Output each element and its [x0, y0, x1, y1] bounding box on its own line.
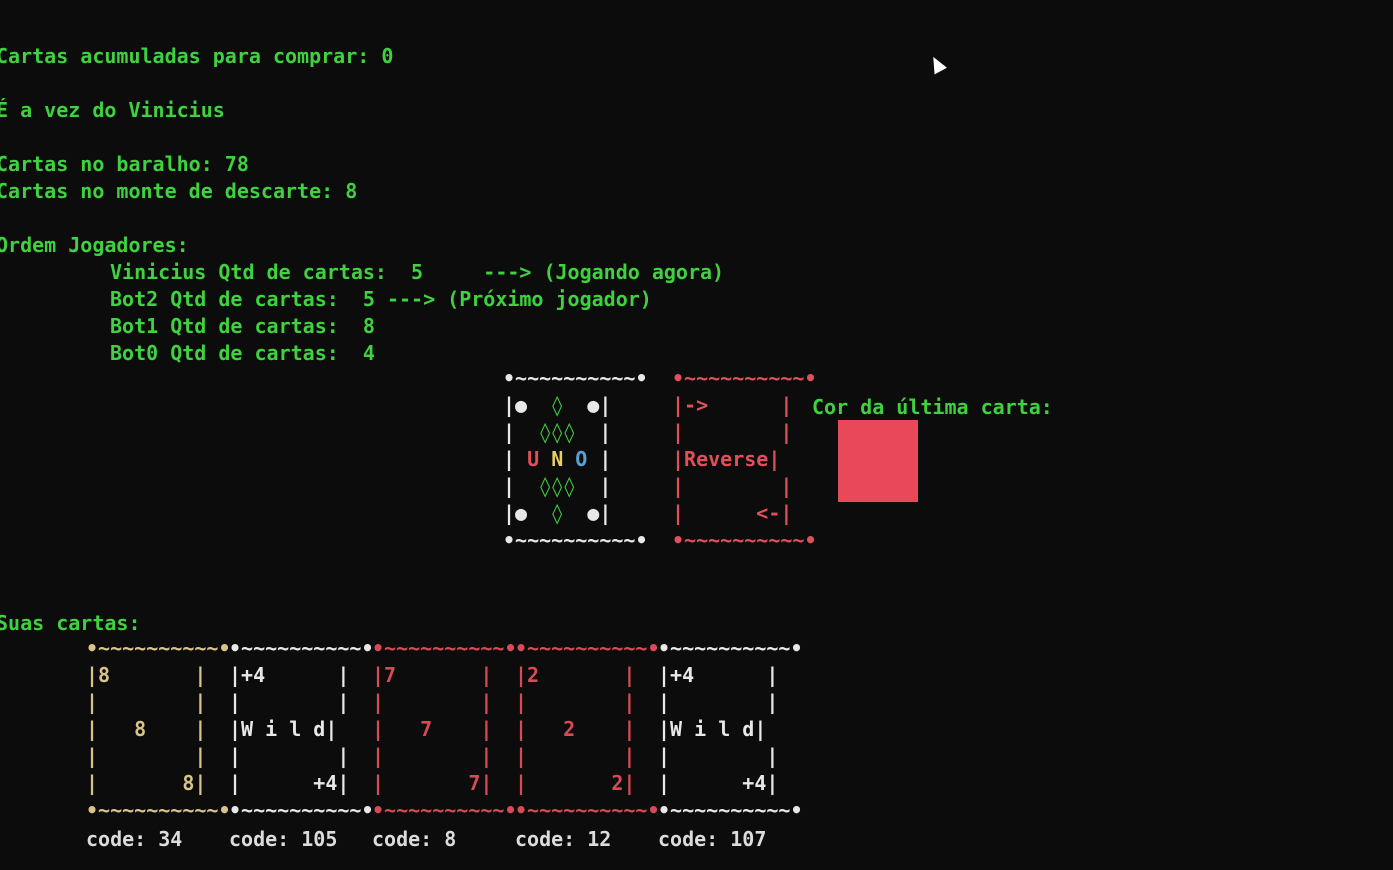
- card-border: •~~~~~~~~~~•: [86, 636, 231, 660]
- card-code: code: 105: [229, 827, 338, 851]
- mouse-cursor-icon: [927, 53, 947, 75]
- card-row: | |: [658, 690, 779, 714]
- card-row: | |: [229, 690, 350, 714]
- last-color-label: Cor da última carta:: [812, 395, 1053, 419]
- card-row: | |: [658, 744, 779, 768]
- card-row: | |: [515, 744, 636, 768]
- card-row: | |: [229, 744, 350, 768]
- card-border: •~~~~~~~~~~•: [515, 636, 660, 660]
- card-row: | 2 |: [515, 717, 636, 741]
- card-row: | |: [372, 690, 493, 714]
- last-color-swatch: [838, 420, 918, 502]
- card-row: | 2|: [515, 771, 636, 795]
- card-row: | ◊◊◊ |: [503, 474, 612, 498]
- card-border: •~~~~~~~~~~•: [515, 798, 660, 822]
- card-border: •~~~~~~~~~~•: [372, 636, 517, 660]
- card-row: |● ◊ ●|: [503, 393, 612, 417]
- card-border: •~~~~~~~~~~•: [658, 798, 803, 822]
- card-row: |+4 |: [229, 663, 350, 687]
- card-row: |7 |: [372, 663, 493, 687]
- deck-count-text: Cartas no baralho: 78: [0, 152, 249, 176]
- card-row: |Reverse|: [672, 447, 781, 471]
- card-border-bottom: •~~~~~~~~~~•: [672, 528, 817, 552]
- discard-count-text: Cartas no monte de descarte: 8: [0, 179, 358, 203]
- card-row: | |: [86, 744, 207, 768]
- hand-title: Suas cartas:: [0, 611, 141, 635]
- accumulated-cards-text: Cartas acumuladas para comprar: 0: [0, 44, 394, 68]
- card-row: | |: [672, 420, 793, 444]
- card-row: | 7|: [372, 771, 493, 795]
- card-row: |W i l d|: [229, 717, 338, 741]
- card-code: code: 8: [372, 827, 457, 851]
- player-line: Vinicius Qtd de cartas: 5 ---> (Jogando …: [110, 260, 725, 284]
- card-row: | |: [515, 690, 636, 714]
- player-line: Bot0 Qtd de cartas: 4: [110, 341, 375, 365]
- card-border-bottom: •~~~~~~~~~~•: [503, 528, 648, 552]
- card-border: •~~~~~~~~~~•: [658, 636, 803, 660]
- card-row: | |: [372, 744, 493, 768]
- card-row: | +4|: [658, 771, 779, 795]
- player-line: Bot2 Qtd de cartas: 5 ---> (Próximo joga…: [110, 287, 652, 311]
- card-border-top: •~~~~~~~~~~•: [672, 366, 817, 390]
- card-row: | ◊◊◊ |: [503, 420, 612, 444]
- card-code: code: 12: [515, 827, 612, 851]
- card-row: |-> |: [672, 393, 793, 417]
- card-row: |W i l d|: [658, 717, 767, 741]
- card-row: | |: [672, 474, 793, 498]
- player-line: Bot1 Qtd de cartas: 8: [110, 314, 375, 338]
- card-row: | 7 |: [372, 717, 493, 741]
- card-row: |● ◊ ●|: [503, 501, 612, 525]
- card-row: |+4 |: [658, 663, 779, 687]
- card-border: •~~~~~~~~~~•: [229, 636, 374, 660]
- card-code: code: 107: [658, 827, 767, 851]
- card-row: | 8|: [86, 771, 207, 795]
- card-border: •~~~~~~~~~~•: [86, 798, 231, 822]
- card-row: | +4|: [229, 771, 350, 795]
- card-row: | 8 |: [86, 717, 207, 741]
- card-border-top: •~~~~~~~~~~•: [503, 366, 648, 390]
- player-order-title: Ordem Jogadores:: [0, 233, 189, 257]
- card-row: |2 |: [515, 663, 636, 687]
- card-row: | <-|: [672, 501, 793, 525]
- turn-text: É a vez do Vinicius: [0, 98, 225, 122]
- card-code: code: 34: [86, 827, 183, 851]
- card-row-uno: | U N O |: [503, 447, 612, 471]
- card-border: •~~~~~~~~~~•: [372, 798, 517, 822]
- card-row: |8 |: [86, 663, 207, 687]
- card-border: •~~~~~~~~~~•: [229, 798, 374, 822]
- card-row: | |: [86, 690, 207, 714]
